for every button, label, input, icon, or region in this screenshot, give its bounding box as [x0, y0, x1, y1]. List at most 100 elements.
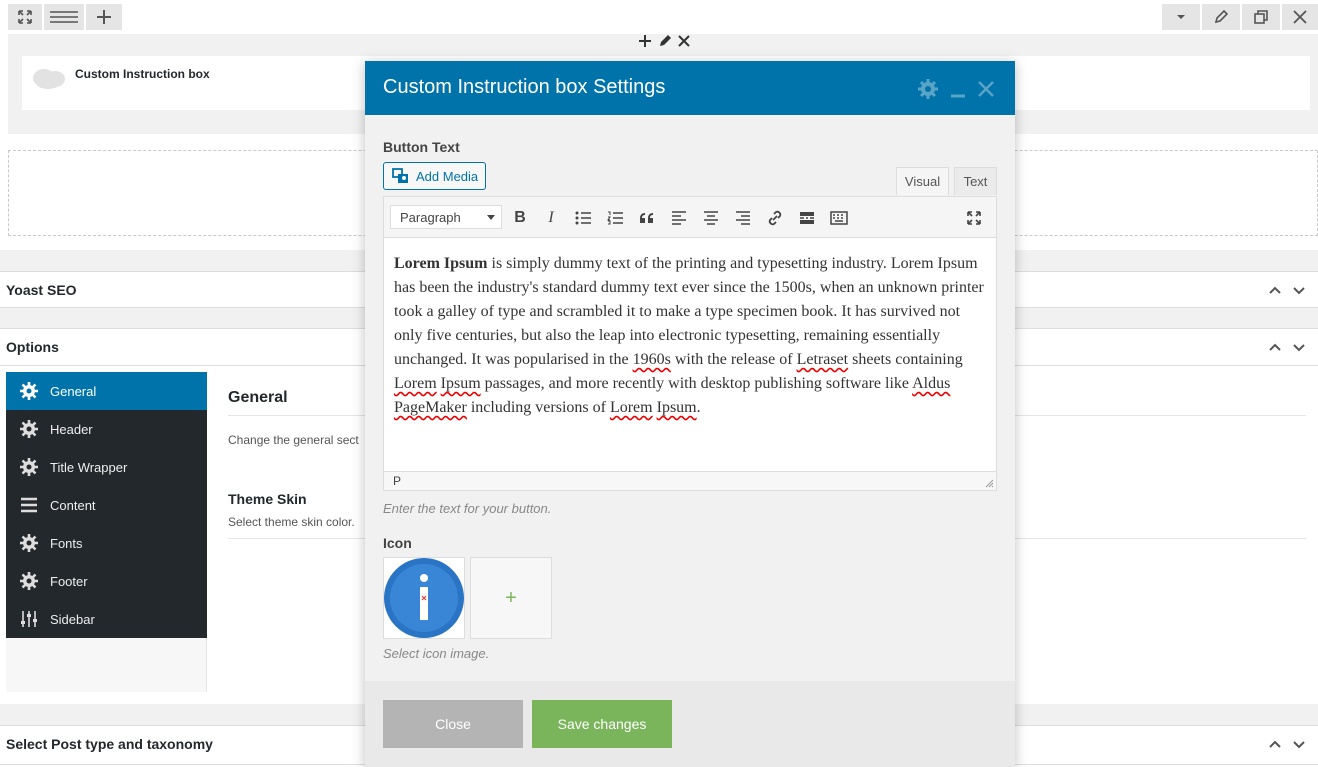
icon-hint: Select icon image.: [383, 646, 490, 661]
list-icon: [20, 496, 38, 514]
element-title: Custom Instruction box: [75, 67, 210, 81]
editor-text: sheets containing: [848, 351, 963, 368]
sidebar-item-label: General: [50, 383, 97, 399]
gear-icon: [20, 382, 38, 400]
read-more-icon[interactable]: [796, 207, 818, 229]
gear-icon: [20, 458, 38, 476]
close-button[interactable]: Close: [383, 700, 523, 748]
gear-icon: [20, 534, 38, 552]
editor-status-bar: P: [383, 471, 997, 491]
editor-text: passages, and more recently with desktop…: [480, 375, 913, 392]
sidebar-item-title-wrapper[interactable]: Title Wrapper: [6, 448, 207, 486]
tab-text[interactable]: Text: [954, 167, 997, 195]
spell-error: Ipsum: [656, 399, 697, 416]
align-center-icon[interactable]: [700, 207, 722, 229]
sidebar-item-footer[interactable]: Footer: [6, 562, 207, 600]
settings-modal: Custom Instruction box Settings Button T…: [365, 61, 1015, 767]
modal-footer: Close Save changes: [365, 681, 1015, 767]
chevron-up-icon: [1269, 286, 1281, 294]
media-icon: [392, 168, 408, 183]
editor-text: .: [696, 399, 701, 416]
chevron-down-icon: [1293, 741, 1305, 749]
fullscreen-icon[interactable]: [963, 207, 985, 229]
section-title: General: [228, 389, 288, 406]
resize-handle-icon[interactable]: [985, 479, 994, 488]
postbox-arrows[interactable]: [1268, 283, 1306, 297]
gear-icon[interactable]: [917, 78, 939, 100]
icon-label: Icon: [383, 535, 412, 551]
add-icon-button[interactable]: +: [470, 557, 552, 639]
gear-icon: [20, 572, 38, 590]
bullet-list-icon[interactable]: [572, 207, 594, 229]
bold-icon[interactable]: B: [509, 207, 531, 229]
minimize-icon[interactable]: [949, 80, 967, 98]
icon-preview[interactable]: [383, 557, 465, 639]
tab-visual[interactable]: Visual: [896, 167, 949, 195]
button-text-hint: Enter the text for your button.: [383, 501, 552, 516]
theme-skin-title: Theme Skin: [228, 491, 307, 507]
editor-toolbar: Paragraph B I: [383, 196, 997, 238]
close-icon[interactable]: [977, 80, 995, 98]
element-path[interactable]: P: [393, 474, 401, 488]
keyboard-icon[interactable]: [828, 207, 850, 229]
options-sidebar: General Header Title Wrapper Content Fonts Fo…: [6, 372, 207, 638]
sidebar-item-label: Fonts: [50, 535, 83, 551]
spell-error: Aldus: [912, 375, 951, 392]
pencil-icon[interactable]: [1202, 4, 1240, 30]
format-select[interactable]: Paragraph: [390, 205, 502, 229]
format-select-value: Paragraph: [400, 209, 461, 225]
add-media-label: Add Media: [416, 168, 479, 184]
spell-error: Ipsum: [440, 375, 481, 392]
numbered-list-icon[interactable]: [604, 207, 626, 229]
section-desc: Change the general sect: [228, 433, 359, 447]
edit-icon[interactable]: [658, 34, 672, 51]
postbox-title: Options: [6, 339, 59, 355]
italic-icon[interactable]: I: [540, 207, 562, 229]
chevron-down-icon[interactable]: [1162, 4, 1200, 30]
options-sidebar-fill: [6, 638, 207, 692]
sidebar-item-general[interactable]: General: [6, 372, 207, 410]
spell-error: 1960s: [632, 351, 671, 368]
add-media-button[interactable]: Add Media: [383, 162, 486, 190]
spell-error: PageMaker: [394, 399, 467, 416]
editor-content[interactable]: Lorem Ipsum is simply dummy text of the …: [383, 238, 997, 472]
spell-error: Lorem: [609, 399, 653, 416]
chevron-down-icon: [1293, 344, 1305, 352]
align-left-icon[interactable]: [668, 207, 690, 229]
link-icon[interactable]: [764, 207, 786, 229]
row-tools: [637, 33, 697, 51]
remove-icon[interactable]: [677, 34, 691, 51]
builder-toolbar: [0, 0, 1318, 34]
sidebar-item-label: Sidebar: [50, 611, 95, 627]
sidebar-item-label: Content: [50, 497, 96, 513]
save-changes-button[interactable]: Save changes: [532, 700, 672, 748]
postbox-title: Yoast SEO: [6, 282, 77, 298]
sliders-icon: [20, 610, 38, 628]
modal-header-icons: [917, 78, 995, 100]
spell-error: Lorem: [394, 375, 437, 392]
editor-text: with the release of: [670, 351, 797, 368]
editor-bold-lead: Lorem Ipsum: [394, 255, 488, 272]
info-icon: [384, 558, 464, 638]
sidebar-item-label: Title Wrapper: [50, 459, 128, 475]
sidebar-item-header[interactable]: Header: [6, 410, 207, 448]
menu-icon[interactable]: [44, 4, 84, 30]
chevron-up-icon: [1269, 343, 1281, 351]
align-right-icon[interactable]: [732, 207, 754, 229]
gear-icon: [20, 420, 38, 438]
sidebar-item-content[interactable]: Content: [6, 486, 207, 524]
modal-title: Custom Instruction box Settings: [383, 76, 666, 98]
spell-error: Letraset: [796, 351, 849, 368]
sidebar-item-fonts[interactable]: Fonts: [6, 524, 207, 562]
plus-icon[interactable]: [86, 4, 122, 30]
postbox-title: Select Post type and taxonomy: [6, 736, 213, 752]
expand-icon[interactable]: [8, 4, 42, 30]
sidebar-item-sidebar[interactable]: Sidebar: [6, 600, 207, 638]
cloud-icon: [32, 66, 66, 93]
close-icon[interactable]: [1282, 4, 1318, 30]
postbox-arrows[interactable]: [1268, 340, 1306, 354]
postbox-arrows[interactable]: [1268, 737, 1306, 751]
blockquote-icon[interactable]: [636, 207, 658, 229]
add-icon[interactable]: [637, 33, 653, 52]
clone-icon[interactable]: [1242, 4, 1280, 30]
